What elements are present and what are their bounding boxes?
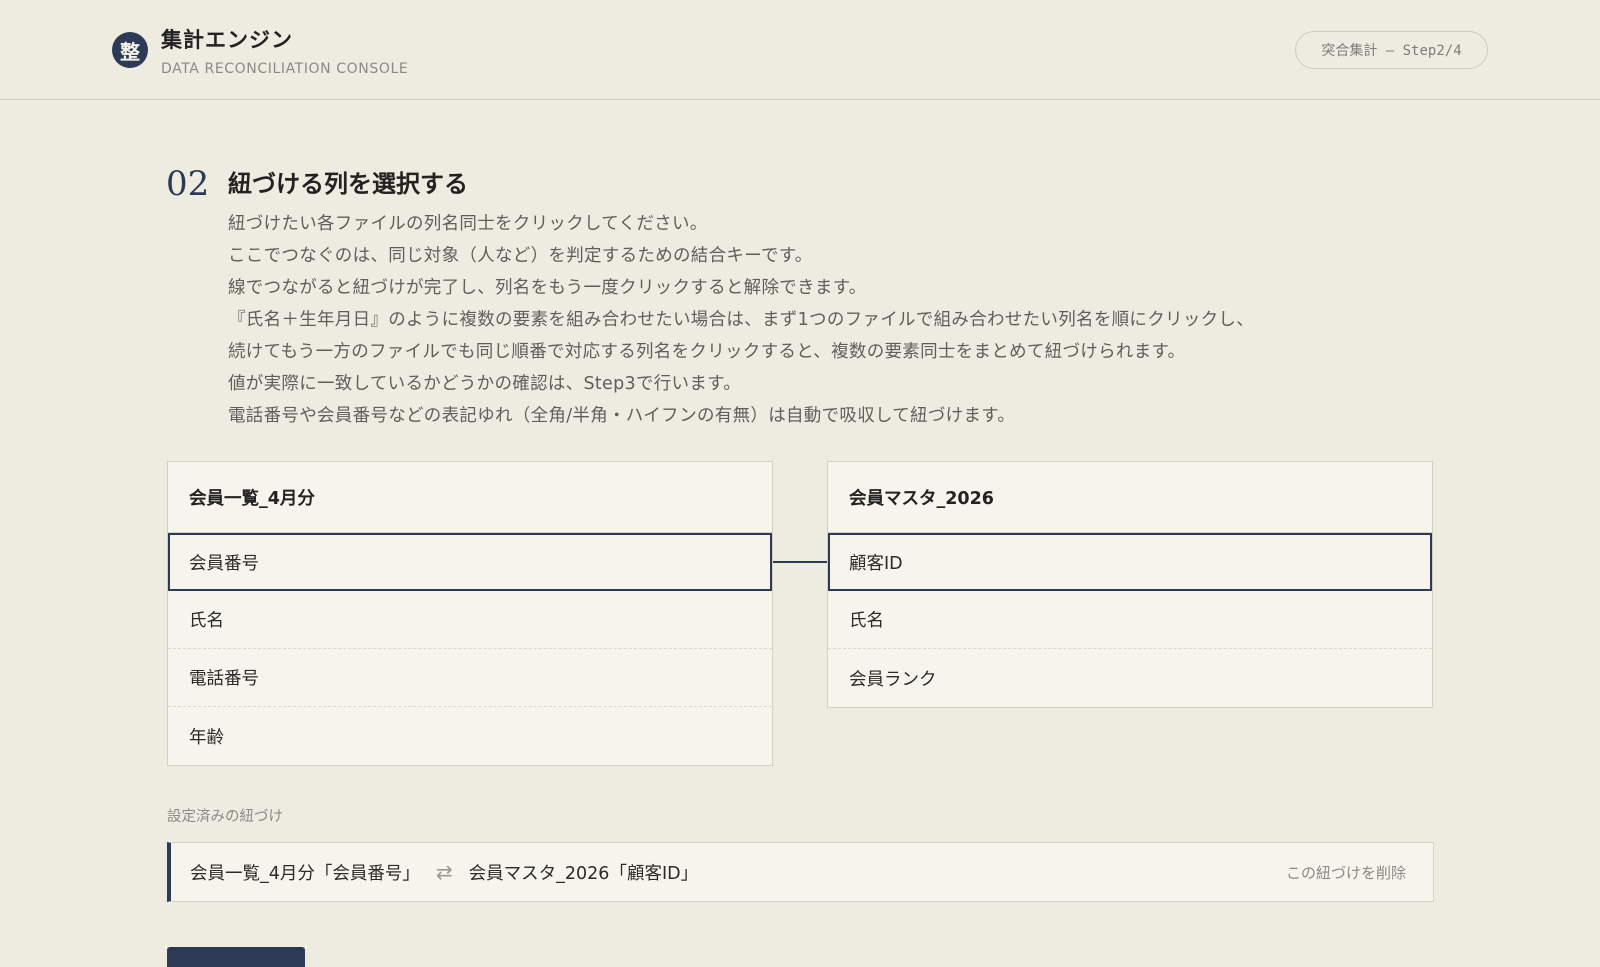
instructions: 紐づけたい各ファイルの列名同士をクリックしてください。 ここでつなぐのは、同じ対… [228, 210, 1428, 434]
instruction-line: 値が実際に一致しているかどうかの確認は、Step3で行います。 [228, 374, 742, 394]
column-item-right-customer-id[interactable]: 顧客ID [828, 533, 1432, 591]
step-number: 02 [166, 164, 210, 204]
instruction-line: 電話番号や会員番号などの表記ゆれ（全角/半角・ハイフンの有無）は自動で吸収して紐… [228, 406, 1016, 426]
mapping-left-column: 会員一覧_4月分「会員番号」 [190, 863, 420, 884]
column-item-left-member-number[interactable]: 会員番号 [168, 533, 772, 591]
file-name-left: 会員一覧_4月分 [168, 462, 772, 533]
link-connector-line [773, 561, 827, 563]
step-indicator-badge: 突合集計 — Step2/4 [1295, 31, 1488, 69]
app-title: 集計エンジン [161, 28, 293, 52]
column-item-left-name[interactable]: 氏名 [168, 591, 772, 649]
column-item-left-phone[interactable]: 電話番号 [168, 649, 772, 707]
swap-arrows-icon: ⇄ [435, 860, 453, 884]
step-title: 紐づける列を選択する [228, 170, 468, 198]
app-header: 整 集計エンジン DATA RECONCILIATION CONSOLE 突合集… [0, 0, 1600, 100]
app-logo-icon: 整 [112, 32, 148, 68]
file-card-right: 会員マスタ_2026 顧客ID 氏名 会員ランク [827, 461, 1433, 708]
file-card-left: 会員一覧_4月分 会員番号 氏名 電話番号 年齢 [167, 461, 773, 766]
mappings-section-label: 設定済みの紐づけ [167, 809, 283, 825]
instruction-line: ここでつなぐのは、同じ対象（人など）を判定するための結合キーです。 [228, 246, 813, 266]
column-item-right-name[interactable]: 氏名 [828, 591, 1432, 649]
next-button[interactable] [167, 947, 305, 967]
instruction-line: 続けてもう一方のファイルでも同じ順番で対応する列名をクリックすると、複数の要素同… [228, 342, 1186, 362]
file-name-right: 会員マスタ_2026 [828, 462, 1432, 533]
instruction-line: 線でつながると紐づけが完了し、列名をもう一度クリックすると解除できます。 [228, 278, 867, 298]
column-item-right-rank[interactable]: 会員ランク [828, 649, 1432, 707]
mapping-right-column: 会員マスタ_2026「顧客ID」 [468, 863, 699, 884]
delete-mapping-link[interactable]: この紐づけを削除 [1286, 843, 1406, 901]
app-subtitle: DATA RECONCILIATION CONSOLE [161, 61, 409, 77]
instruction-line: 紐づけたい各ファイルの列名同士をクリックしてください。 [228, 214, 708, 234]
instruction-line: 『氏名＋生年月日』のように複数の要素を組み合わせたい場合は、まず1つのファイルで… [228, 310, 1255, 330]
column-item-left-age[interactable]: 年齢 [168, 707, 772, 765]
mapping-row: 会員一覧_4月分「会員番号」 ⇄ 会員マスタ_2026「顧客ID」 この紐づけを… [167, 842, 1434, 902]
